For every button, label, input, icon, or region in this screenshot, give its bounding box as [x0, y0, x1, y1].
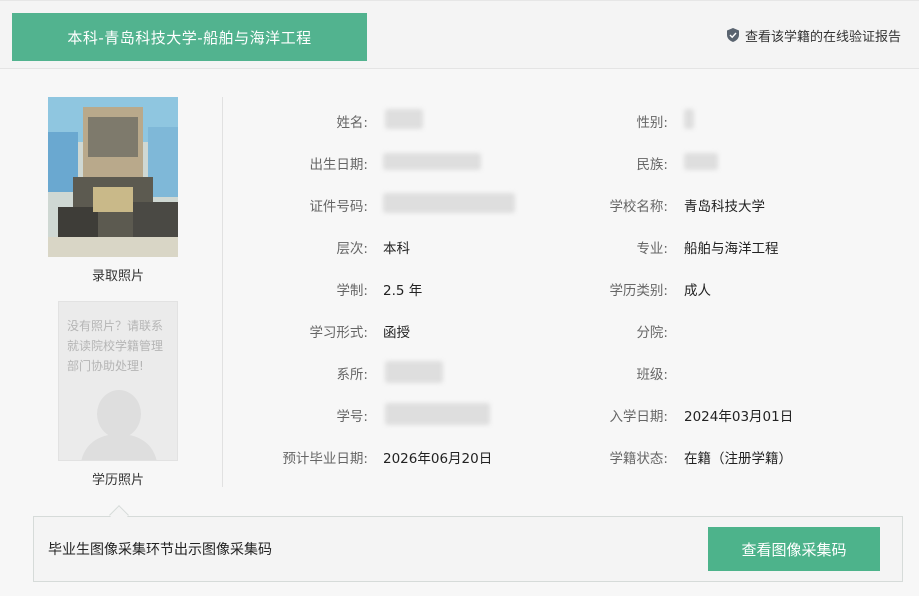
- status-label: 学籍状态:: [609, 451, 668, 467]
- study-form-value: 函授: [383, 325, 410, 341]
- name-label: 姓名:: [336, 115, 368, 131]
- record-title-tab[interactable]: 本科-青岛科技大学-船舶与海洋工程: [12, 13, 367, 61]
- duration-value: 2.5 年: [383, 283, 423, 299]
- level-value: 本科: [383, 241, 410, 257]
- grad-date-value: 2026年06月20日: [383, 451, 493, 467]
- birth-value-redacted: [383, 153, 481, 170]
- class-label: 班级:: [636, 367, 668, 383]
- level-label: 层次:: [336, 241, 368, 257]
- id-label: 证件号码:: [309, 199, 368, 215]
- gender-value-redacted: [684, 109, 694, 129]
- school-label: 学校名称:: [609, 199, 668, 215]
- admission-photo-image: [48, 97, 178, 257]
- branch-label: 分院:: [636, 325, 668, 341]
- ethnicity-label: 民族:: [636, 157, 668, 173]
- person-silhouette-icon: [81, 390, 157, 460]
- view-image-code-button[interactable]: 查看图像采集码: [708, 527, 880, 571]
- id-value-redacted: [383, 193, 515, 213]
- student-no-value-redacted: [385, 403, 490, 425]
- gender-label: 性别:: [636, 115, 668, 131]
- name-value-redacted: [385, 109, 423, 129]
- shield-icon: [726, 28, 739, 42]
- verify-report-link[interactable]: 查看该学籍的在线验证报告: [726, 25, 901, 45]
- dept-value-redacted: [385, 361, 443, 383]
- record-header: 本科-青岛科技大学-船舶与海洋工程 查看该学籍的在线验证报告: [0, 1, 919, 69]
- major-value: 船舶与海洋工程: [684, 241, 779, 257]
- enroll-date-label: 入学日期:: [609, 409, 668, 425]
- major-label: 专业:: [636, 241, 668, 257]
- image-code-notice: 毕业生图像采集环节出示图像采集码: [48, 542, 272, 558]
- edu-type-value: 成人: [684, 283, 711, 299]
- admission-photo-label: 录取照片: [91, 269, 144, 284]
- grad-date-label: 预计毕业日期:: [282, 451, 368, 467]
- edu-type-label: 学历类别:: [609, 283, 668, 299]
- duration-label: 学制:: [336, 283, 368, 299]
- photo-column: 录取照片 没有照片？请联系就读院校学籍管理部门协助处理! 学历照片: [40, 91, 200, 491]
- enroll-date-value: 2024年03月01日: [684, 409, 794, 425]
- image-code-bar: 毕业生图像采集环节出示图像采集码 查看图像采集码: [33, 516, 903, 582]
- dept-label: 系所:: [336, 367, 368, 383]
- degree-photo-label: 学历照片: [91, 473, 144, 488]
- school-value: 青岛科技大学: [684, 199, 765, 215]
- admission-photo: [48, 97, 178, 257]
- column-divider: [222, 97, 223, 487]
- degree-photo-placeholder: 没有照片？请联系就读院校学籍管理部门协助处理!: [58, 301, 178, 461]
- ethnicity-value-redacted: [684, 153, 718, 170]
- student-record-card: 本科-青岛科技大学-船舶与海洋工程 查看该学籍的在线验证报告 录取照片 没有照片…: [0, 0, 919, 596]
- student-no-label: 学号:: [336, 409, 368, 425]
- birth-label: 出生日期:: [309, 157, 368, 173]
- status-value: 在籍（注册学籍）: [684, 451, 792, 467]
- study-form-label: 学习形式:: [309, 325, 368, 341]
- verify-report-label: 查看该学籍的在线验证报告: [744, 29, 901, 45]
- degree-photo-placeholder-text: 没有照片？请联系就读院校学籍管理部门协助处理!: [67, 319, 164, 373]
